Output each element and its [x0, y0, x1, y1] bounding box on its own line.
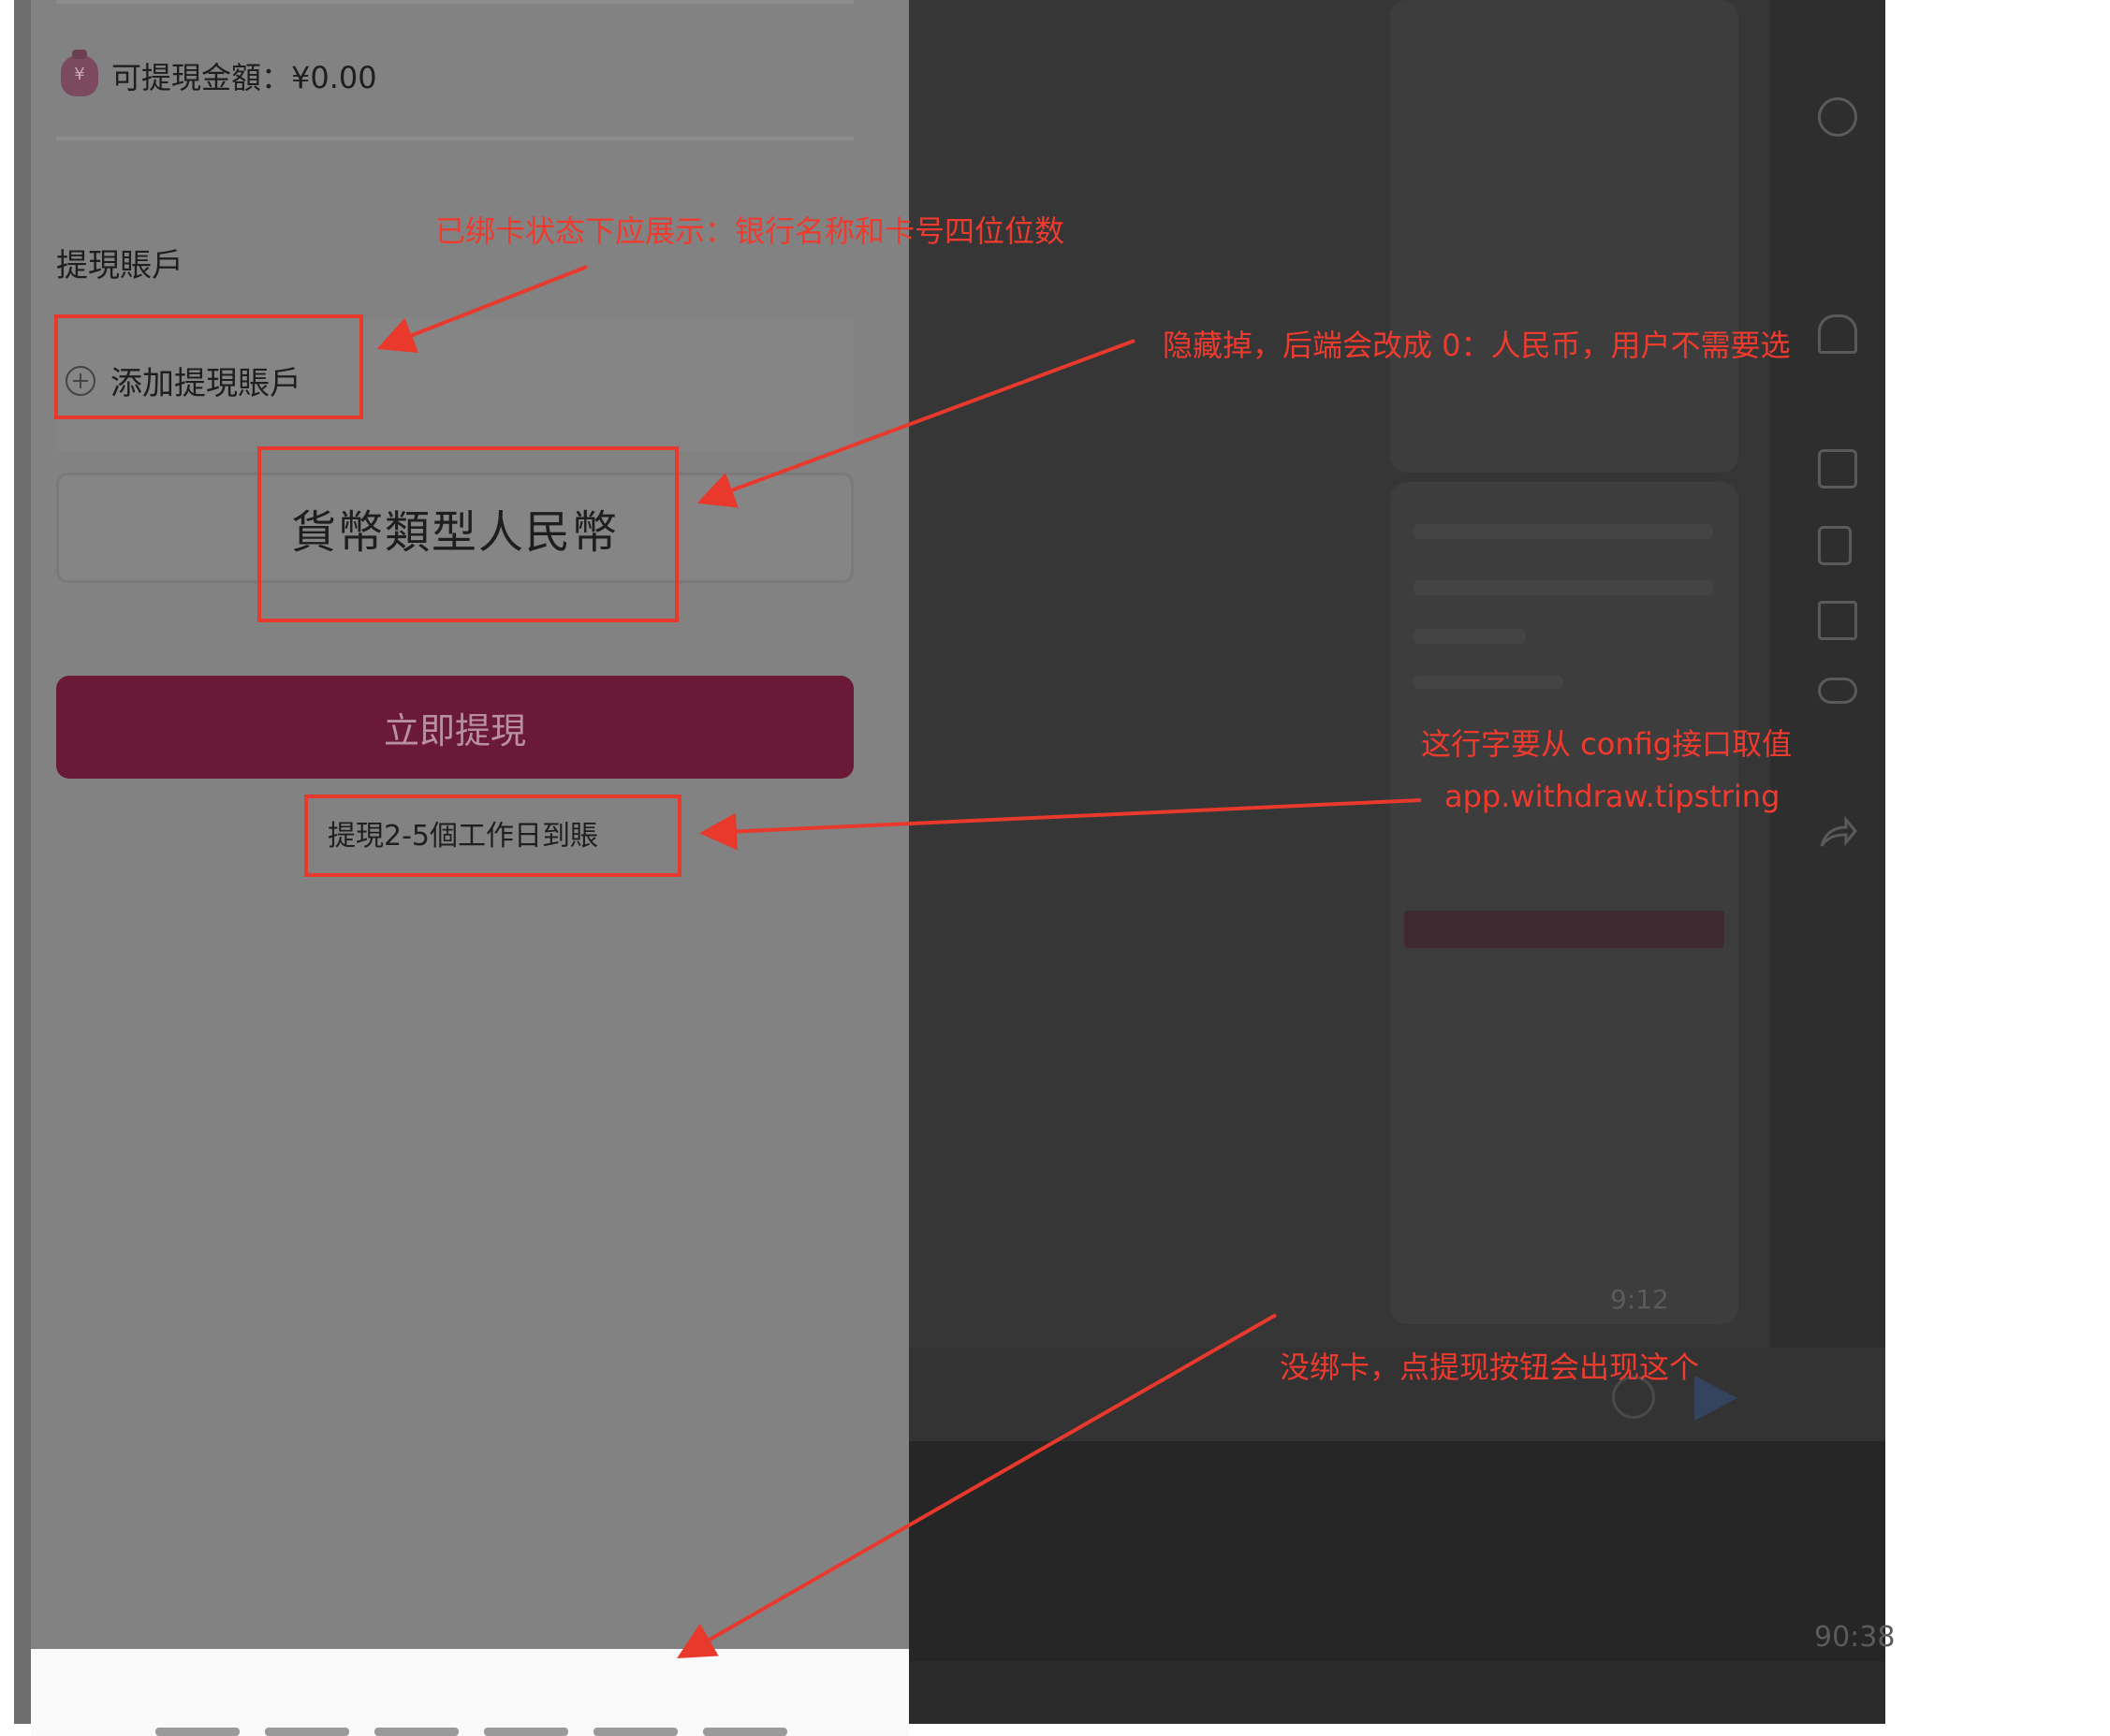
- annotation-bank-card: 已绑卡状态下应展示：银行名称和卡号四位位数: [435, 213, 1065, 249]
- screenshot-stage: 9:12 90:38 可提現金額：¥0.00 提現賬戶 添加提現賬戶 貨幣類型人…: [0, 0, 2110, 1736]
- annotation-config-line2: app.withdraw.tipstring: [1444, 779, 1780, 814]
- annotation-currency: 隐藏掉，后端会改成 0：人民币，用户不需要选: [1163, 328, 1791, 363]
- annotation-config-line1: 这行字要从 config接口取值: [1421, 726, 1793, 762]
- annotation-no-card: 没绑卡，点提现按钮会出现这个: [1280, 1349, 1700, 1385]
- annotation-arrows: [376, 265, 1422, 1658]
